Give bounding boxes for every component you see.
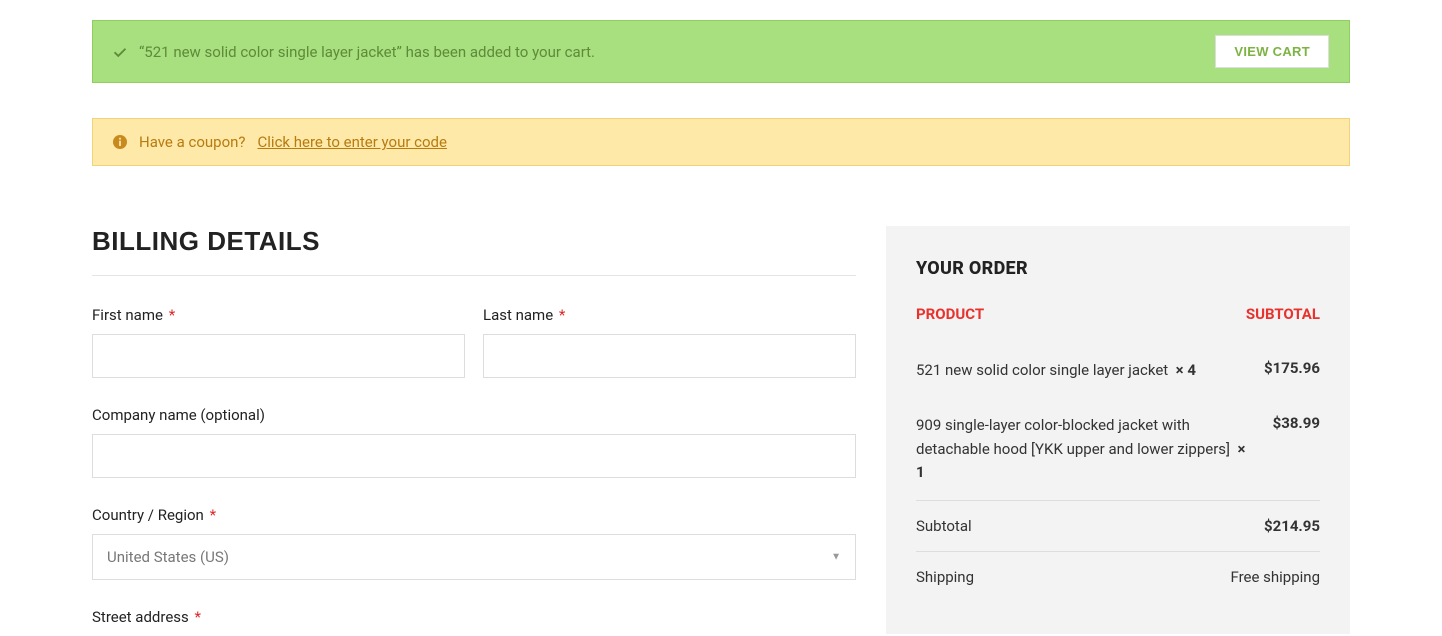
order-col-subtotal: SUBTOTAL <box>1246 305 1320 323</box>
order-subtotal-label: Subtotal <box>916 517 972 535</box>
last-name-input[interactable] <box>483 334 856 378</box>
order-col-product: PRODUCT <box>916 305 984 323</box>
country-label: Country / Region * <box>92 506 856 524</box>
order-shipping-row: Shipping Free shipping <box>916 551 1320 602</box>
order-item-row: 909 single-layer color-blocked jacket wi… <box>916 398 1320 500</box>
billing-heading: BILLING DETAILS <box>92 226 856 257</box>
country-select[interactable]: United States (US) ▼ <box>92 534 856 580</box>
coupon-toggle-link[interactable]: Click here to enter your code <box>258 133 447 151</box>
check-icon <box>113 45 127 59</box>
chevron-down-icon: ▼ <box>831 552 841 563</box>
billing-details-section: BILLING DETAILS First name * Last name *… <box>92 226 856 636</box>
first-name-input[interactable] <box>92 334 465 378</box>
order-subtotal-row: Subtotal $214.95 <box>916 500 1320 551</box>
first-name-label: First name * <box>92 306 465 324</box>
your-order-panel: YOUR ORDER PRODUCT SUBTOTAL 521 new soli… <box>886 226 1350 634</box>
added-to-cart-alert: “521 new solid color single layer jacket… <box>92 20 1350 83</box>
company-input[interactable] <box>92 434 856 478</box>
last-name-label: Last name * <box>483 306 856 324</box>
divider <box>92 275 856 276</box>
order-item-price: $175.96 <box>1264 359 1320 382</box>
company-label: Company name (optional) <box>92 406 856 424</box>
order-shipping-label: Shipping <box>916 568 974 586</box>
order-subtotal-value: $214.95 <box>1264 517 1320 535</box>
view-cart-button[interactable]: VIEW CART <box>1215 35 1329 68</box>
order-item-name: 909 single-layer color-blocked jacket wi… <box>916 416 1230 457</box>
coupon-prompt-text: Have a coupon? <box>139 133 246 151</box>
country-selected-value: United States (US) <box>107 548 229 566</box>
order-item-price: $38.99 <box>1273 414 1320 484</box>
order-item-row: 521 new solid color single layer jacket … <box>916 343 1320 398</box>
order-item-name: 521 new solid color single layer jacket <box>916 361 1168 379</box>
street-address-label: Street address * <box>92 608 856 626</box>
order-item-qty: × 4 <box>1176 361 1196 379</box>
order-heading: YOUR ORDER <box>916 258 1320 279</box>
added-message: “521 new solid color single layer jacket… <box>139 43 595 61</box>
coupon-alert: Have a coupon? Click here to enter your … <box>92 118 1350 166</box>
info-icon <box>113 135 127 149</box>
order-shipping-value: Free shipping <box>1230 568 1320 586</box>
